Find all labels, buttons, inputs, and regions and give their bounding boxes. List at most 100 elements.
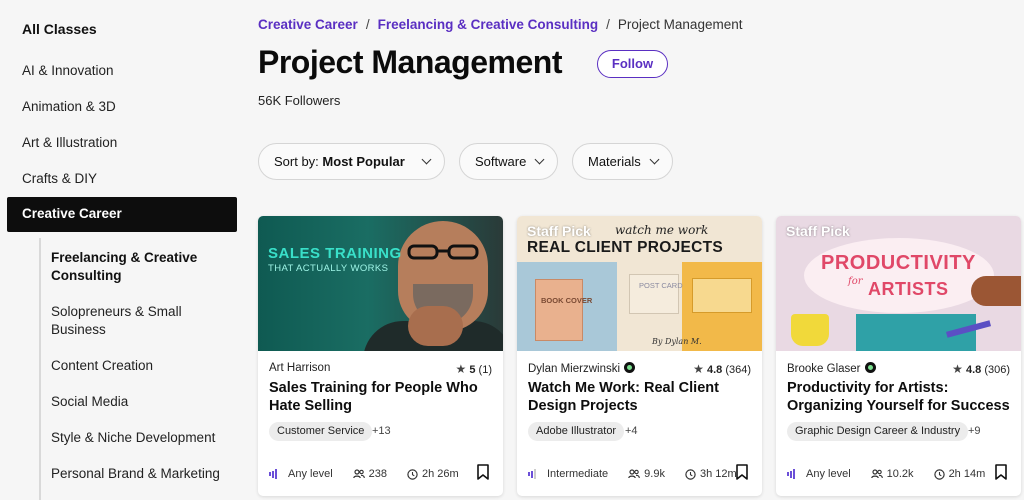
more-tags-count: +13 [372,425,391,437]
teacher-name[interactable]: Brooke Glaser [787,362,876,375]
level-label: Intermediate [547,468,609,480]
class-thumbnail[interactable]: Staff Pick PRODUCTIVITY for ARTISTS [776,216,1021,351]
subnav-item-freelancing[interactable]: Freelancing & Creative Consulting [51,249,231,285]
class-card[interactable]: Staff Pick PRODUCTIVITY for ARTISTS Broo… [776,216,1021,496]
materials-filter[interactable]: Materials [572,143,673,180]
level: Any level [269,468,343,480]
sidebar-item-art-illustration[interactable]: Art & Illustration [22,135,117,150]
review-count: (1) [478,364,492,376]
thumbnail-text: for [848,276,863,287]
rating-value: 4.8 [965,364,982,376]
sidebar-item-creative-career[interactable]: Creative Career [7,197,237,232]
class-meta: Any level 238 2h 26m [269,468,479,480]
page-title: Project Management [258,44,562,80]
thumbnail-text: By Dylan M. [652,337,702,346]
class-title[interactable]: Watch Me Work: Real Client Design Projec… [528,379,753,415]
subnav-item-style-niche[interactable]: Style & Niche Development [51,429,231,447]
sort-dropdown[interactable]: Sort by: Most Popular [258,143,445,180]
more-tags-count: +4 [625,425,638,437]
students-count: 10.2k [886,468,914,480]
star-icon: ★ [455,362,467,376]
star-icon: ★ [693,362,704,376]
sidebar: All Classes AI & Innovation Animation & … [0,0,240,500]
thumbnail-text: SALES TRAINING [268,245,402,262]
software-filter-label: Software [475,154,527,169]
subnav-item-solopreneurs[interactable]: Solopreneurs & Small Business [51,303,231,339]
thumbnail-text: PRODUCTIVITY [821,252,976,274]
students: 10.2k [870,468,924,480]
duration-value: 3h 12m [699,468,737,480]
subnav-divider [39,238,41,500]
bookmark-icon[interactable] [477,464,489,480]
breadcrumb-separator: / [606,17,610,32]
teacher-name-text: Dylan Mierzwinski [528,363,621,375]
breadcrumb-link-freelancing[interactable]: Freelancing & Creative Consulting [378,17,599,32]
thumbnail-shape [791,314,829,346]
level-label: Any level [806,468,851,480]
sidebar-heading[interactable]: All Classes [22,21,97,37]
level-icon [269,469,278,479]
thumbnail-text: BOOK COVER [541,296,593,305]
class-card[interactable]: SALES TRAINING THAT ACTUALLY WORKS Art H… [258,216,503,496]
follow-button[interactable]: Follow [597,50,668,78]
class-thumbnail[interactable]: BOOK COVER POST CARD Staff Pick watch me… [517,216,762,351]
subnav-item-social-media[interactable]: Social Media [51,393,231,411]
clock-icon [685,468,696,480]
sidebar-item-ai-innovation[interactable]: AI & Innovation [22,63,114,78]
teacher-name-text: Brooke Glaser [787,363,861,375]
class-thumbnail[interactable]: SALES TRAINING THAT ACTUALLY WORKS [258,216,503,351]
class-meta: Intermediate 9.9k 3h 12m [528,468,757,480]
skill-tag[interactable]: Graphic Design Career & Industry [787,422,969,441]
level-icon [528,469,537,479]
bookmark-icon[interactable] [736,464,748,480]
thumbnail-text: REAL CLIENT PROJECTS [527,239,724,256]
materials-filter-label: Materials [588,154,641,169]
class-title[interactable]: Productivity for Artists: Organizing You… [787,379,1012,415]
duration: 2h 14m [933,468,996,480]
breadcrumb-link-creative-career[interactable]: Creative Career [258,17,358,32]
chevron-down-icon [421,154,432,165]
subnav-item-content-creation[interactable]: Content Creation [51,357,231,375]
level: Intermediate [528,468,618,480]
skill-tag[interactable]: Customer Service [269,422,373,441]
star-icon: ★ [952,362,963,376]
thumbnail-text: watch me work [615,223,709,237]
glasses-graphic [407,244,479,260]
students-icon [870,469,883,479]
thumbnail-text: POST CARD [639,281,683,290]
class-meta: Any level 10.2k 2h 14m [787,468,1005,480]
bookmark-icon[interactable] [995,464,1007,480]
thumbnail-shape [535,279,583,341]
rating: ★ 4.8 (364) [693,362,751,376]
followers-count: 56K Followers [258,93,341,108]
sidebar-item-animation-3d[interactable]: Animation & 3D [22,99,116,114]
software-filter[interactable]: Software [459,143,558,180]
staff-pick-badge: Staff Pick [527,223,591,239]
staff-pick-badge: Staff Pick [786,223,850,239]
sidebar-item-crafts-diy[interactable]: Crafts & DIY [22,171,97,186]
class-card[interactable]: BOOK COVER POST CARD Staff Pick watch me… [517,216,762,496]
rating: ★ 4.8 (306) [952,362,1010,376]
students-count: 9.9k [644,468,665,480]
thumbnail-text: ARTISTS [868,279,949,299]
thumbnail-text: THAT ACTUALLY WORKS [268,263,389,274]
thumbnail-shape [692,278,752,313]
thumbnail-shape [408,306,463,346]
teacher-name[interactable]: Art Harrison [269,362,330,374]
thumbnail-shape [629,274,679,314]
class-title[interactable]: Sales Training for People Who Hate Selli… [269,379,494,415]
breadcrumb-current: Project Management [617,17,743,32]
thumbnail-shape [971,276,1021,306]
breadcrumb: Creative Career / Freelancing & Creative C… [258,17,742,32]
duration-value: 2h 26m [422,468,459,480]
more-tags-count: +9 [968,425,981,437]
level: Any level [787,468,861,480]
skill-tag[interactable]: Adobe Illustrator [528,422,625,441]
subnav-item-personal-brand[interactable]: Personal Brand & Marketing [51,465,231,483]
rating: ★ 5 (1) [456,362,492,376]
students-count: 238 [368,468,387,480]
clock-icon [933,468,945,480]
teacher-name[interactable]: Dylan Mierzwinski [528,362,636,375]
thumbnail-shape [804,238,994,313]
students-icon [352,469,365,479]
